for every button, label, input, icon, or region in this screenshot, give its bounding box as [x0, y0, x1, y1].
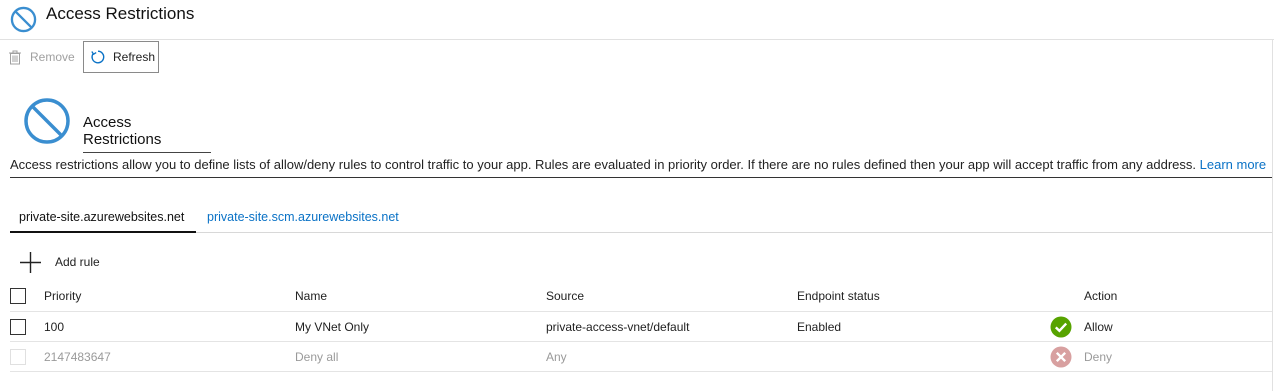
section-title: Access Restrictions — [83, 114, 211, 153]
scrollbar-track[interactable] — [1272, 40, 1273, 391]
action-icon-cell — [1050, 342, 1072, 371]
x-circle-icon — [1050, 346, 1072, 367]
priority-cell: 100 — [44, 319, 65, 334]
description-text: Access restrictions allow you to define … — [10, 157, 1197, 172]
source-cell: Any — [546, 349, 567, 364]
refresh-label: Refresh — [113, 50, 156, 64]
column-header-source[interactable]: Source — [546, 281, 584, 311]
rules-table: Priority Name Source Endpoint status Act… — [10, 281, 1272, 372]
row-checkbox — [10, 348, 26, 365]
table-header: Priority Name Source Endpoint status Act… — [10, 281, 1272, 312]
remove-label: Remove — [30, 50, 75, 64]
column-header-endpoint-status[interactable]: Endpoint status — [797, 281, 880, 311]
action-icon-cell — [1050, 312, 1072, 341]
endpoint-status-cell: Enabled — [797, 319, 842, 334]
select-all-cell — [10, 281, 26, 311]
blade-header: Access Restrictions — [0, 0, 1274, 40]
column-header-name[interactable]: Name — [295, 281, 327, 311]
learn-more-link[interactable]: Learn more — [1200, 157, 1266, 172]
remove-button[interactable]: Remove — [8, 41, 75, 73]
command-bar: Remove Refresh — [0, 40, 1274, 73]
select-all-checkbox[interactable] — [10, 288, 26, 304]
row-checkbox[interactable] — [10, 318, 26, 335]
tab-main-site[interactable]: private-site.azurewebsites.net — [10, 210, 196, 233]
name-cell: My VNet Only — [295, 319, 370, 334]
plus-icon — [20, 251, 41, 273]
action-cell: Allow — [1084, 319, 1113, 334]
trash-icon — [9, 50, 21, 64]
tab-scm-site[interactable]: private-site.scm.azurewebsites.net — [207, 210, 399, 224]
table-row[interactable]: 100 My VNet Only private-access-vnet/def… — [10, 312, 1272, 342]
no-entry-icon — [24, 98, 70, 144]
check-circle-icon — [1050, 316, 1072, 337]
add-rule-button[interactable]: Add rule — [19, 250, 100, 274]
source-cell: private-access-vnet/default — [546, 319, 690, 334]
description: Access restrictions allow you to define … — [10, 157, 1272, 178]
page-title: Access Restrictions — [46, 4, 195, 23]
no-entry-icon — [10, 6, 37, 33]
refresh-icon — [91, 50, 105, 64]
name-cell: Deny all — [295, 349, 339, 364]
refresh-button[interactable]: Refresh — [83, 41, 159, 73]
site-tabs: private-site.azurewebsites.net private-s… — [10, 206, 1272, 233]
priority-cell: 2147483647 — [44, 349, 111, 364]
column-header-priority[interactable]: Priority — [44, 281, 81, 311]
column-header-action[interactable]: Action — [1084, 281, 1117, 311]
action-cell: Deny — [1084, 349, 1113, 364]
row-select-cell — [10, 312, 26, 341]
table-row[interactable]: 2147483647 Deny all Any Deny — [10, 342, 1272, 372]
add-rule-label: Add rule — [55, 255, 100, 269]
row-select-cell — [10, 342, 26, 371]
